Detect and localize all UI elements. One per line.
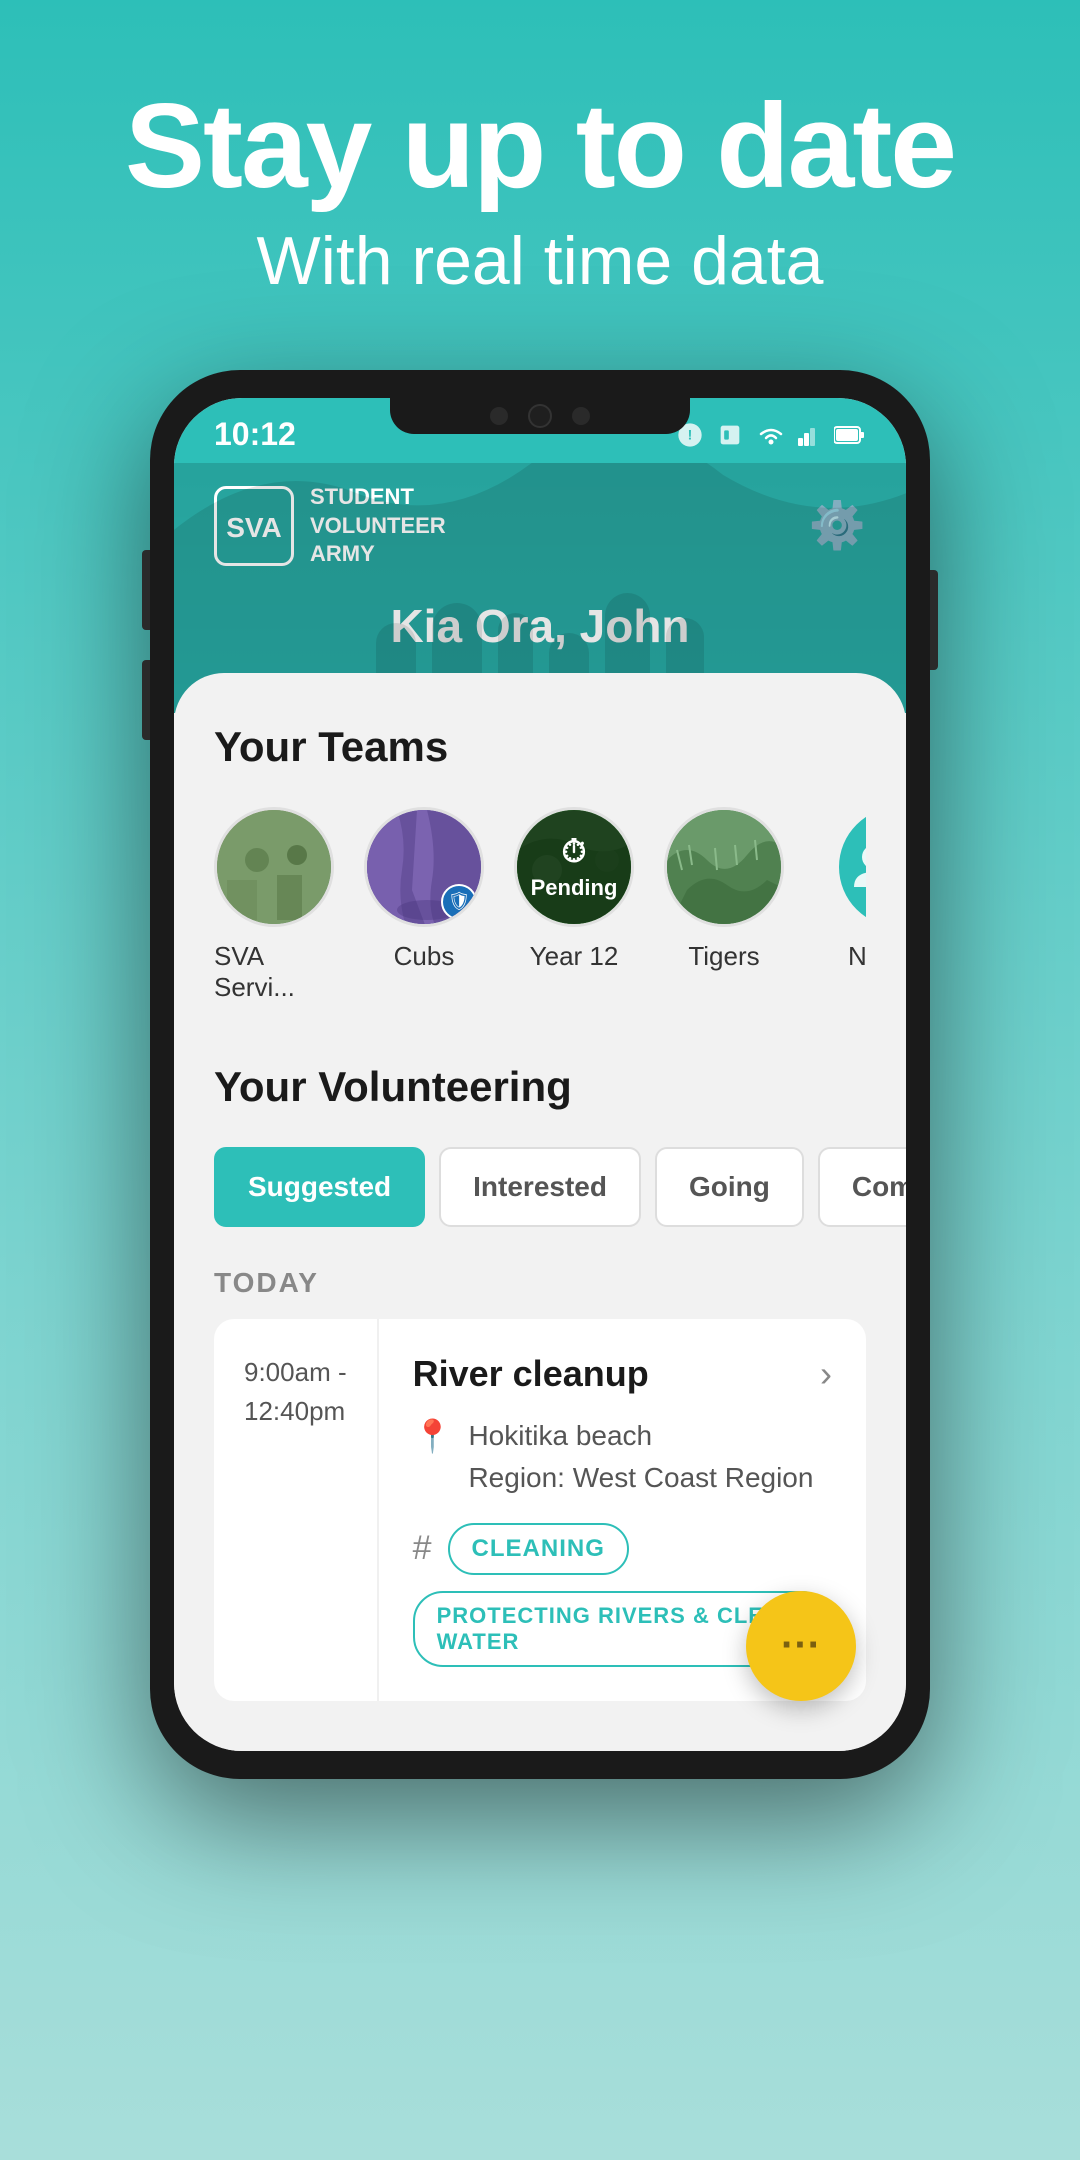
team-name-tigers: Tigers — [688, 941, 759, 972]
teams-row: SVA Servi... — [214, 807, 866, 1003]
fab-button[interactable]: ··· — [746, 1591, 856, 1701]
hash-icon: # — [413, 1529, 432, 1568]
tab-suggested[interactable]: Suggested — [214, 1147, 425, 1227]
phone-notch — [390, 398, 690, 434]
event-time-start: 9:00am - — [244, 1353, 347, 1392]
app-header-top: SVA STUDENT VOLUNTEER ARMY ⚙️ — [214, 483, 866, 569]
team-item-tigers[interactable]: Tigers — [664, 807, 784, 1003]
team-item-new[interactable]: New — [814, 807, 866, 1003]
pending-label: Pending — [531, 875, 618, 901]
event-chevron-icon[interactable]: › — [820, 1353, 832, 1395]
team-name-year12: Year 12 — [530, 941, 619, 972]
event-location: 📍 Hokitika beach Region: West Coast Regi… — [413, 1415, 832, 1499]
team-avatar-year12: ⏱ Pending — [514, 807, 634, 927]
content-area: Your Teams — [174, 673, 906, 1751]
shield-badge-cubs: 🛡 — [441, 884, 477, 920]
location-line1: Hokitika beach — [468, 1415, 813, 1457]
team-avatar-sva — [214, 807, 334, 927]
team-avatar-tigers-svg — [667, 810, 784, 927]
status-time: 10:12 — [214, 416, 296, 453]
tab-completed[interactable]: Completed — [818, 1147, 906, 1227]
phone-outer: 10:12 ! — [150, 370, 930, 1779]
location-line2: Region: West Coast Region — [468, 1457, 813, 1499]
app-logo[interactable]: SVA STUDENT VOLUNTEER ARMY — [214, 483, 446, 569]
team-name-cubs: Cubs — [394, 941, 455, 972]
logo-icon: SVA — [214, 486, 294, 566]
team-item-year12[interactable]: ⏱ Pending Year 12 — [514, 807, 634, 1003]
phone-screen: 10:12 ! — [174, 398, 906, 1751]
hero-title: Stay up to date — [60, 80, 1020, 212]
team-item-sva[interactable]: SVA Servi... — [214, 807, 334, 1003]
settings-icon[interactable]: ⚙️ — [809, 498, 866, 553]
new-team-icon-svg — [844, 837, 866, 897]
status-icons: ! — [676, 421, 866, 449]
team-avatar-new — [839, 807, 866, 927]
team-name-sva: SVA Servi... — [214, 941, 334, 1003]
pending-icon: ⏱ — [562, 833, 587, 871]
location-pin-icon: 📍 — [413, 1417, 453, 1455]
team-avatar-sva-svg — [217, 810, 334, 927]
phone-mockup: 10:12 ! — [150, 370, 930, 1779]
event-title-row: River cleanup › — [413, 1353, 832, 1395]
event-time-column: 9:00am - 12:40pm — [214, 1319, 379, 1701]
camera-lens — [528, 404, 552, 428]
tag-cleaning[interactable]: CLEANING — [448, 1523, 629, 1575]
speaker-dot — [572, 407, 590, 425]
team-name-new: New — [848, 941, 866, 972]
hero-section: Stay up to date With real time data — [0, 0, 1080, 340]
team-avatar-cubs: 🛡 — [364, 807, 484, 927]
svg-text:!: ! — [688, 426, 693, 442]
today-label: TODAY — [214, 1267, 866, 1299]
pending-overlay: ⏱ Pending — [517, 810, 631, 924]
location-text: Hokitika beach Region: West Coast Region — [468, 1415, 813, 1499]
sva-logo-svg: SVA — [227, 499, 281, 553]
event-time-end: 12:40pm — [244, 1392, 347, 1431]
sim-icon — [716, 421, 744, 449]
event-title: River cleanup — [413, 1353, 649, 1395]
volume-up-button — [142, 550, 150, 630]
battery-icon — [834, 425, 866, 445]
tabs-row: Suggested Interested Going Completed — [214, 1147, 866, 1227]
tab-interested[interactable]: Interested — [439, 1147, 641, 1227]
wifi-icon — [756, 424, 786, 446]
tab-going[interactable]: Going — [655, 1147, 804, 1227]
logo-text: STUDENT VOLUNTEER ARMY — [310, 483, 446, 569]
camera-sensor — [490, 407, 508, 425]
team-avatar-tigers — [664, 807, 784, 927]
volunteering-title: Your Volunteering — [214, 1063, 866, 1111]
header-greeting: Kia Ora, John — [214, 599, 866, 653]
signal-icon — [798, 424, 822, 446]
volume-down-button — [142, 660, 150, 740]
hero-subtitle: With real time data — [60, 222, 1020, 300]
teams-section: Your Teams — [214, 723, 866, 1003]
svg-text:SVA: SVA — [227, 512, 281, 543]
power-button — [930, 570, 938, 670]
team-item-cubs[interactable]: 🛡 Cubs — [364, 807, 484, 1003]
teams-title: Your Teams — [214, 723, 866, 771]
